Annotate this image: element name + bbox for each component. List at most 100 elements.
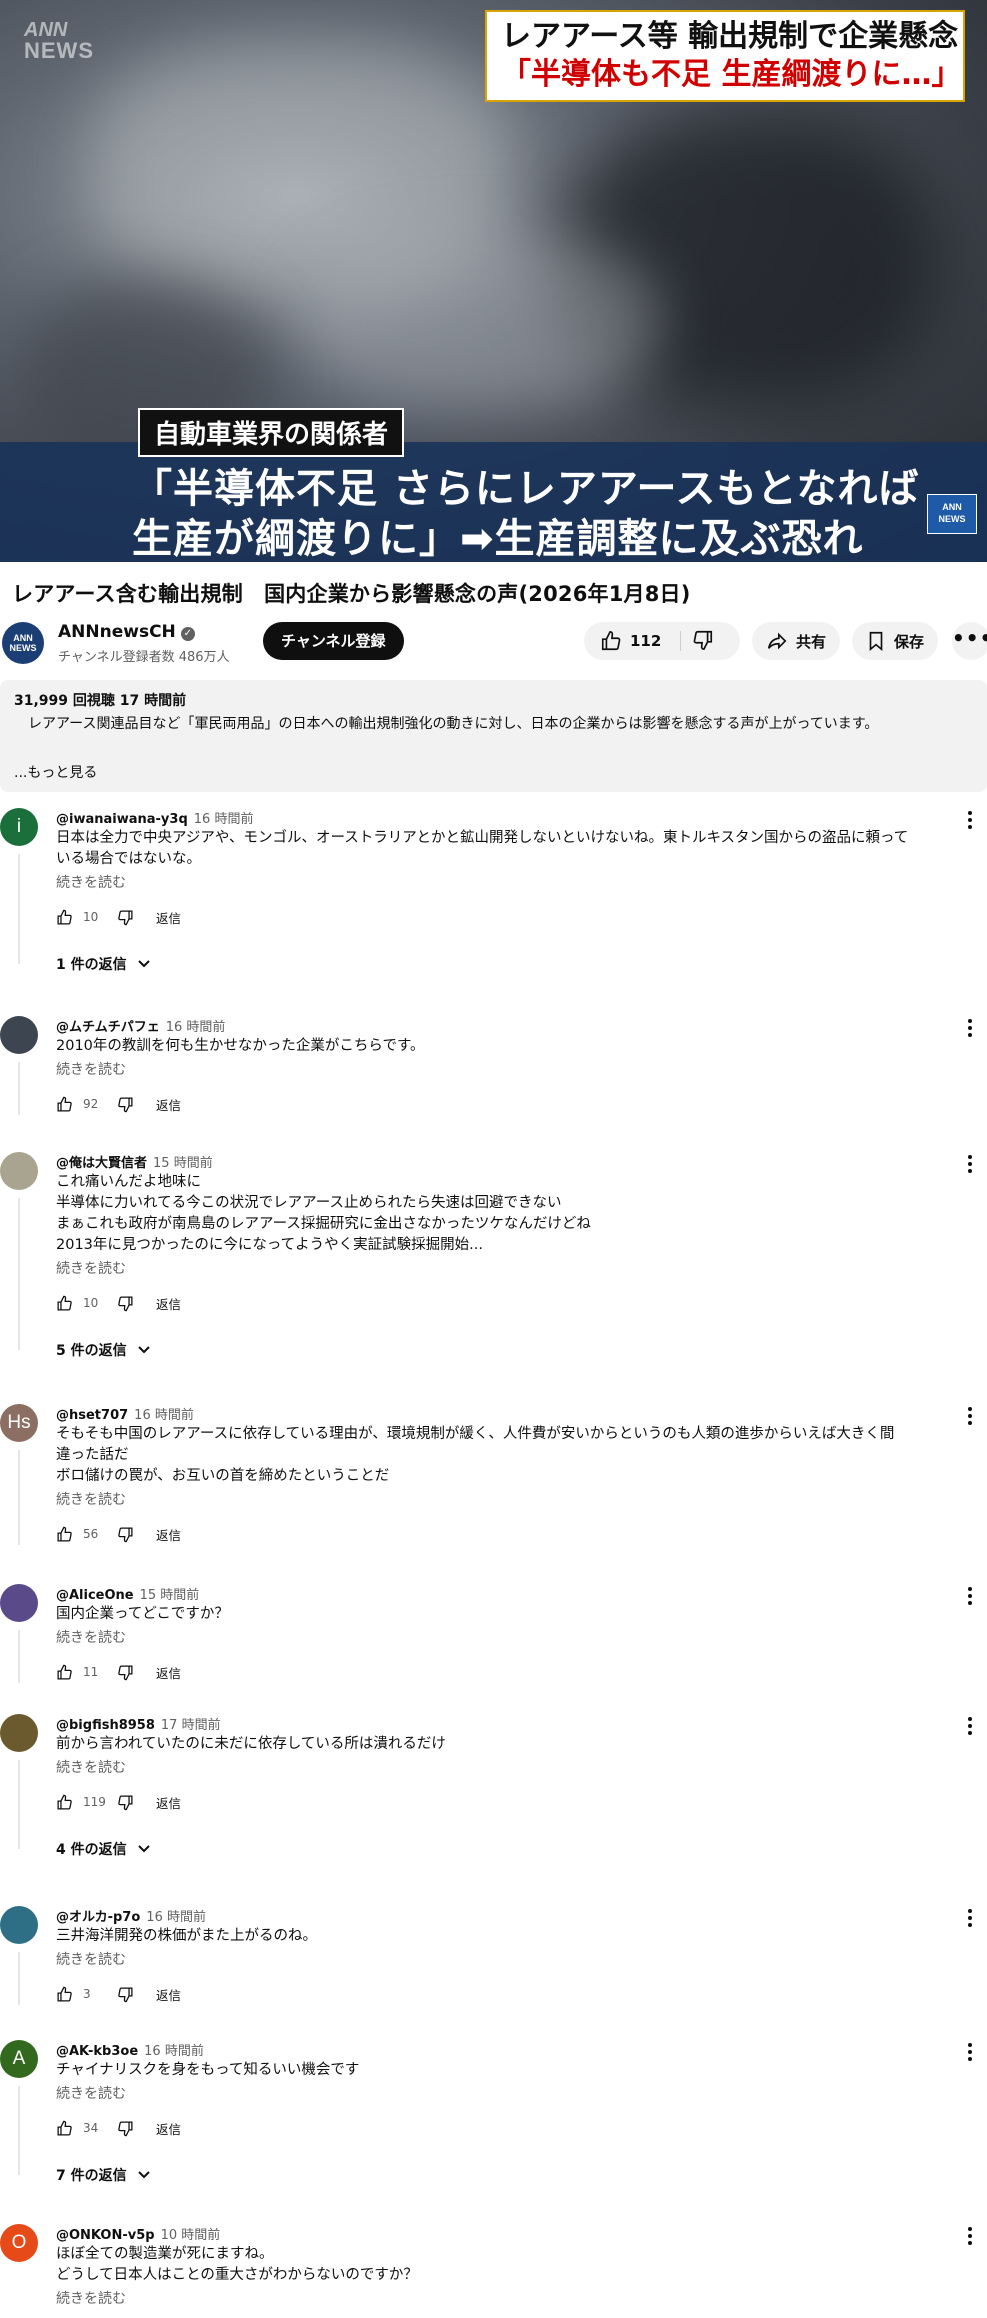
thumbs-down-icon[interactable]: [117, 1096, 134, 1113]
video-title: レアアース含む輸出規制 国内企業から影響懸念の声(2026年1月8日): [12, 582, 691, 606]
read-more-link[interactable]: 続きを読む: [56, 2083, 126, 2103]
channel-name-row[interactable]: ANNnewsCH ✓: [58, 622, 195, 642]
comment-menu-icon[interactable]: [966, 2224, 974, 2248]
more-actions-button[interactable]: •••: [952, 622, 987, 660]
thumbs-up-icon[interactable]: [56, 1295, 73, 1312]
thumbs-up-icon[interactable]: [56, 1986, 73, 2003]
reply-button[interactable]: 返信: [156, 1663, 181, 1682]
thread-line: [18, 1198, 20, 1350]
comment-author[interactable]: @iwanaiwana-y3q: [56, 812, 188, 827]
reply-button[interactable]: 返信: [156, 1793, 181, 1812]
thumbs-down-icon[interactable]: [117, 1526, 134, 1543]
thumbs-up-icon[interactable]: [56, 909, 73, 926]
commenter-avatar[interactable]: O: [0, 2224, 38, 2262]
comment-menu-icon[interactable]: [966, 1906, 974, 1930]
commenter-avatar[interactable]: [0, 1016, 38, 1054]
thumbs-down-icon[interactable]: [117, 1664, 134, 1681]
thumbs-up-icon[interactable]: [56, 2120, 73, 2137]
comment-text-line: 国内企業ってどこですか？: [56, 1606, 229, 1622]
comment-author[interactable]: @俺は大賢信者: [56, 1156, 147, 1171]
share-button[interactable]: 共有: [752, 622, 841, 660]
comment-menu-icon[interactable]: [966, 1404, 974, 1428]
comment-time[interactable]: 15 時間前: [140, 1588, 200, 1603]
comment-author[interactable]: @ムチムチパフェ: [56, 1020, 160, 1035]
read-more-link[interactable]: 続きを読む: [56, 1627, 126, 1647]
comment-author[interactable]: @AliceOne: [56, 1588, 134, 1603]
comment-time[interactable]: 16 時間前: [166, 1020, 226, 1035]
comment-author[interactable]: @ONKON-v5p: [56, 2228, 155, 2243]
read-more-link[interactable]: 続きを読む: [56, 1258, 126, 1278]
read-more-link[interactable]: 続きを読む: [56, 1949, 126, 1969]
dislike-button[interactable]: [692, 629, 714, 655]
thumbs-up-icon[interactable]: [56, 1096, 73, 1113]
reply-button[interactable]: 返信: [156, 1294, 181, 1313]
thumbs-down-icon[interactable]: [117, 2120, 134, 2137]
comment-actions: 92 返信: [56, 1093, 181, 1115]
comment-actions: 10 返信: [56, 906, 181, 928]
view-replies-button[interactable]: 1 件の返信: [56, 954, 151, 974]
comment-text-line: 前から言われていたのに未だに依存している所は潰れるだけ: [56, 1736, 446, 1752]
comment-time[interactable]: 15 時間前: [153, 1156, 213, 1171]
description-box[interactable]: 31,999 回視聴 17 時間前 レアアース関連品目など「軍民両用品」の日本へ…: [0, 680, 987, 792]
comment-menu-icon[interactable]: [966, 2040, 974, 2064]
video-player[interactable]: ANN NEWS レアアース等 輸出規制で企業懸念 「半導体も不足 生産綱渡りに…: [0, 0, 987, 562]
commenter-avatar[interactable]: [0, 1152, 38, 1190]
thumbs-up-icon[interactable]: [56, 1526, 73, 1543]
channel-name[interactable]: ANNnewsCH: [58, 622, 176, 642]
like-button[interactable]: 112: [600, 622, 661, 660]
commenter-avatar[interactable]: [0, 1584, 38, 1622]
reply-button[interactable]: 返信: [156, 2119, 181, 2138]
commenter-avatar[interactable]: [0, 1714, 38, 1752]
view-replies-button[interactable]: 7 件の返信: [56, 2165, 151, 2185]
commenter-avatar[interactable]: A: [0, 2040, 38, 2078]
comment-menu-icon[interactable]: [966, 808, 974, 832]
subscribe-button[interactable]: チャンネル登録: [263, 622, 404, 660]
show-more-link[interactable]: ...もっと見る: [14, 762, 97, 782]
reply-button[interactable]: 返信: [156, 1525, 181, 1544]
comment-author[interactable]: @hset707: [56, 1408, 128, 1423]
read-more-link[interactable]: 続きを読む: [56, 2288, 126, 2308]
read-more-link[interactable]: 続きを読む: [56, 1059, 126, 1079]
thumbs-down-icon[interactable]: [117, 1295, 134, 1312]
comment-text-line: そもそも中国のレアアースに依存している理由が、環境規制が緩く、人件費が安いからと…: [56, 1426, 895, 1442]
view-replies-button[interactable]: 5 件の返信: [56, 1340, 151, 1360]
comment-time[interactable]: 16 時間前: [194, 812, 254, 827]
thumbs-up-icon[interactable]: [56, 1664, 73, 1681]
read-more-link[interactable]: 続きを読む: [56, 872, 126, 892]
read-more-link[interactable]: 続きを読む: [56, 1757, 126, 1777]
thread-line: [18, 1952, 20, 2005]
comment-text-line: チャイナリスクを身をもって知るいい機会です: [56, 2062, 360, 2078]
comment-time[interactable]: 17 時間前: [161, 1718, 221, 1733]
comment-menu-icon[interactable]: [966, 1152, 974, 1176]
comment-author[interactable]: @bigfish8958: [56, 1718, 155, 1733]
thumbs-down-icon: [693, 630, 713, 650]
comment-actions: 11 返信: [56, 1661, 181, 1683]
thumbs-down-icon[interactable]: [117, 1794, 134, 1811]
chevron-down-icon: [137, 960, 150, 968]
view-replies-button[interactable]: 4 件の返信: [56, 1839, 151, 1859]
comment-menu-icon[interactable]: [966, 1016, 974, 1040]
save-button[interactable]: 保存: [852, 622, 939, 660]
commenter-avatar[interactable]: i: [0, 808, 38, 846]
thumbs-down-icon[interactable]: [117, 1986, 134, 2003]
reply-button[interactable]: 返信: [156, 908, 181, 927]
channel-avatar[interactable]: ANN NEWS: [2, 622, 44, 664]
comment-time[interactable]: 16 時間前: [134, 1408, 194, 1423]
commenter-avatar[interactable]: Hs: [0, 1404, 38, 1442]
thumbs-down-icon[interactable]: [117, 909, 134, 926]
comment-time[interactable]: 16 時間前: [146, 1910, 206, 1925]
comment-menu-icon[interactable]: [966, 1584, 974, 1608]
commenter-avatar[interactable]: [0, 1906, 38, 1944]
reply-button[interactable]: 返信: [156, 1985, 181, 2004]
comment-menu-icon[interactable]: [966, 1714, 974, 1738]
thread-line: [18, 854, 20, 964]
comment-text-line: 2013年に見つかったのに今になってようやく実証試験採掘開始...: [56, 1237, 484, 1253]
comment-author[interactable]: @AK-kb3oe: [56, 2044, 138, 2059]
comment-header: @hset707 16 時間前: [56, 1404, 194, 1423]
comment-time[interactable]: 10 時間前: [161, 2228, 221, 2243]
read-more-link[interactable]: 続きを読む: [56, 1489, 126, 1509]
comment-time[interactable]: 16 時間前: [144, 2044, 204, 2059]
thumbs-up-icon[interactable]: [56, 1794, 73, 1811]
comment-author[interactable]: @オルカ-p7o: [56, 1910, 140, 1925]
reply-button[interactable]: 返信: [156, 1095, 181, 1114]
